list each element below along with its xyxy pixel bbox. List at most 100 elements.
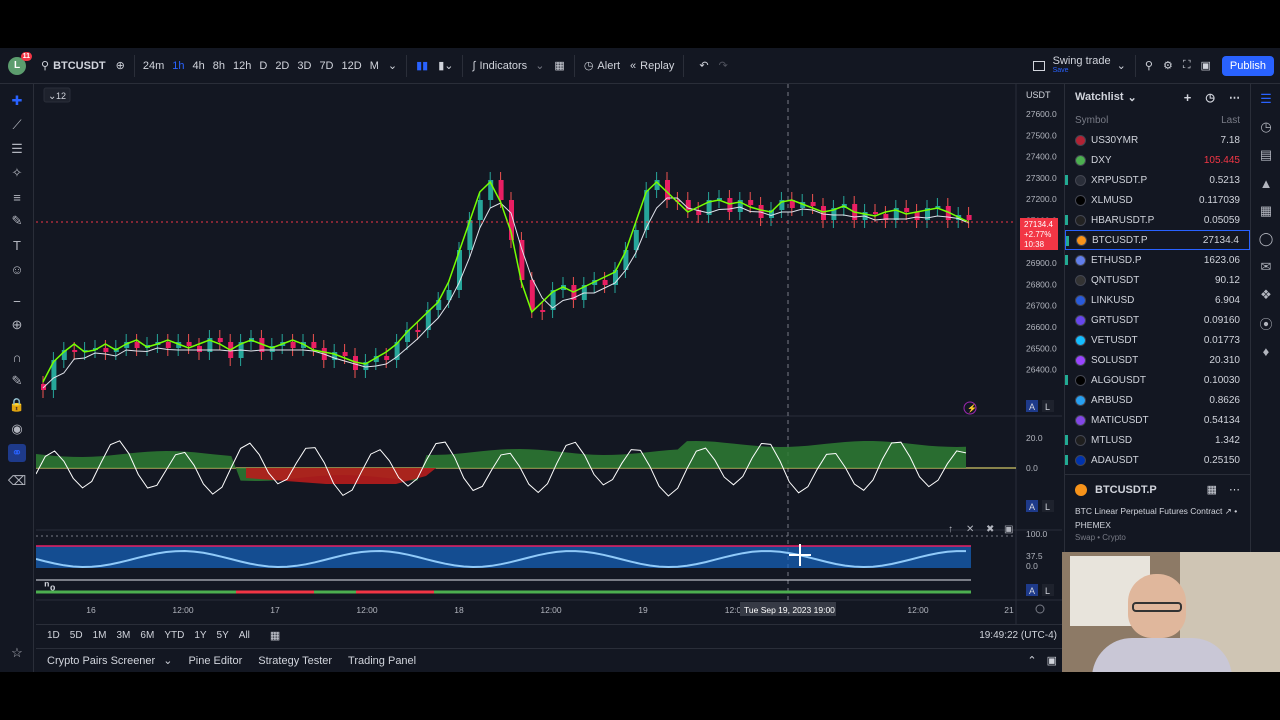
emoji-icon[interactable]: ☺ bbox=[8, 260, 26, 278]
alarm-clock-icon[interactable]: ◷ bbox=[1257, 118, 1275, 136]
range-3m[interactable]: 3M bbox=[112, 623, 136, 649]
watchlist-icon[interactable]: ☰ bbox=[1257, 90, 1275, 108]
details-exchange[interactable]: PHEMEX bbox=[1075, 520, 1240, 530]
magnet-icon[interactable]: ∩ bbox=[8, 348, 26, 366]
range-1d[interactable]: 1D bbox=[42, 623, 65, 649]
projection-icon[interactable]: ≡ bbox=[8, 188, 26, 206]
alert-button[interactable]: ◷ Alert bbox=[579, 53, 625, 79]
flag-marker[interactable] bbox=[1065, 435, 1068, 445]
timeframe-1h[interactable]: 1h bbox=[168, 53, 188, 79]
timeframe-d[interactable]: D bbox=[255, 53, 271, 79]
watchlist-row[interactable]: US30YMR 7.18 bbox=[1065, 130, 1250, 150]
chevron-down-icon[interactable]: ⌄ bbox=[383, 53, 402, 79]
trash-icon[interactable]: ⌫ bbox=[8, 472, 26, 490]
watchlist-row[interactable]: XLMUSD 0.117039 bbox=[1065, 190, 1250, 210]
ideas-icon[interactable]: ◯ bbox=[1257, 230, 1275, 248]
tab-strategy-tester[interactable]: Strategy Tester bbox=[253, 648, 337, 673]
hotlist-icon[interactable]: ▲ bbox=[1257, 174, 1275, 192]
watchlist-row[interactable]: MATICUSDT 0.54134 bbox=[1065, 410, 1250, 430]
more-icon[interactable]: ⋯ bbox=[1229, 483, 1240, 496]
tab-pine-editor[interactable]: Pine Editor bbox=[183, 648, 247, 673]
more-icon[interactable]: ⋯ bbox=[1229, 91, 1240, 104]
collapse-panel-icon[interactable]: ⌃ bbox=[1022, 648, 1041, 673]
symbol-search[interactable]: ⚲ BTCUSDT bbox=[36, 53, 111, 79]
timeframe-8h[interactable]: 8h bbox=[209, 53, 229, 79]
grid-icon[interactable]: ▦ bbox=[1207, 483, 1217, 496]
ruler-icon[interactable]: ⎯ bbox=[8, 292, 26, 310]
quick-search-icon[interactable]: ⚲ bbox=[1140, 53, 1158, 79]
watchlist-row[interactable]: QNTUSDT 90.12 bbox=[1065, 270, 1250, 290]
templates-icon[interactable]: ▦ bbox=[549, 53, 569, 79]
range-5d[interactable]: 5D bbox=[65, 623, 88, 649]
timeframe-3d[interactable]: 3D bbox=[293, 53, 315, 79]
tab-trading-panel[interactable]: Trading Panel bbox=[343, 648, 421, 673]
watchlist-row[interactable]: DXY 105.445 bbox=[1065, 150, 1250, 170]
streams-icon[interactable]: ⦿ bbox=[1257, 314, 1275, 332]
flag-marker[interactable] bbox=[1065, 375, 1068, 385]
text-icon[interactable]: T bbox=[8, 236, 26, 254]
candles-icon[interactable]: ▮▮ bbox=[411, 53, 433, 79]
gear-icon[interactable]: ⚙ bbox=[1158, 53, 1178, 79]
indicators-button[interactable]: ∫ Indicators ⌄ bbox=[467, 53, 549, 79]
chevron-down-icon[interactable]: ⌄ bbox=[1128, 91, 1137, 104]
price-chart[interactable]: 27600.027500.027400.027300.027200.027100… bbox=[35, 84, 1062, 624]
stay-in-drawing-icon[interactable]: ✎ bbox=[8, 372, 26, 390]
fullscreen-icon[interactable]: ⛶ bbox=[1178, 53, 1196, 79]
lock-icon[interactable]: 🔒 bbox=[8, 396, 26, 414]
sync-drawings-icon[interactable]: ⚭ bbox=[8, 444, 26, 462]
chart-area[interactable]: 27600.027500.027400.027300.027200.027100… bbox=[35, 84, 1062, 624]
col-last[interactable]: Last bbox=[1221, 115, 1240, 126]
flag-marker[interactable] bbox=[1065, 175, 1068, 185]
watchlist-row[interactable]: XRPUSDT.P 0.5213 bbox=[1065, 170, 1250, 190]
camera-icon[interactable]: ▣ bbox=[1196, 53, 1216, 79]
bell-icon[interactable]: ♦ bbox=[1257, 342, 1275, 360]
details-symbol[interactable]: BTCUSDT.P bbox=[1095, 484, 1157, 496]
watchlist-row[interactable]: MTLUSD 1.342 bbox=[1065, 430, 1250, 450]
crosshair-icon[interactable]: ✚ bbox=[8, 92, 26, 110]
user-avatar[interactable]: L 11 bbox=[8, 51, 32, 75]
range-1m[interactable]: 1M bbox=[88, 623, 112, 649]
watchlist-row[interactable]: SOLUSDT 20.310 bbox=[1065, 350, 1250, 370]
add-symbol-icon[interactable]: + bbox=[1184, 90, 1192, 105]
watchlist-row[interactable]: BTCUSDT.P 27134.4 bbox=[1065, 230, 1250, 250]
timeframe-24m[interactable]: 24m bbox=[139, 53, 168, 79]
watchlist-row[interactable]: ALGOUSDT 0.10030 bbox=[1065, 370, 1250, 390]
eye-icon[interactable]: ◉ bbox=[8, 420, 26, 438]
watchlist-row[interactable]: VETUSDT 0.01773 bbox=[1065, 330, 1250, 350]
pattern-icon[interactable]: ✧ bbox=[8, 164, 26, 182]
range-5y[interactable]: 5Y bbox=[212, 623, 234, 649]
fib-retracement-icon[interactable]: ☰ bbox=[8, 140, 26, 158]
layout-button[interactable]: Swing trade Save ⌄ bbox=[1028, 53, 1131, 79]
col-symbol[interactable]: Symbol bbox=[1075, 115, 1108, 126]
maximize-panel-icon[interactable]: ▣ bbox=[1042, 648, 1062, 673]
timeframe-4h[interactable]: 4h bbox=[189, 53, 209, 79]
chart-type-icon[interactable]: ▮⌄ bbox=[433, 53, 458, 79]
timeframe-12h[interactable]: 12h bbox=[229, 53, 255, 79]
tab-crypto-pairs-screener[interactable]: Crypto Pairs Screener ⌄ bbox=[42, 648, 177, 673]
pine-icon[interactable]: ❖ bbox=[1257, 286, 1275, 304]
watchlist-row[interactable]: HBARUSDT.P 0.05059 bbox=[1065, 210, 1250, 230]
redo-icon[interactable]: ↷ bbox=[714, 53, 733, 79]
flag-marker[interactable] bbox=[1065, 255, 1068, 265]
watchlist-title[interactable]: Watchlist bbox=[1075, 91, 1124, 103]
undo-icon[interactable]: ↶ bbox=[694, 53, 713, 79]
brush-icon[interactable]: ✎ bbox=[8, 212, 26, 230]
watchlist-row[interactable]: ETHUSD.P 1623.06 bbox=[1065, 250, 1250, 270]
watchlist-row[interactable]: GRTUSDT 0.09160 bbox=[1065, 310, 1250, 330]
news-icon[interactable]: ▤ bbox=[1257, 146, 1275, 164]
calendar-icon[interactable]: ▦ bbox=[265, 623, 285, 649]
flag-marker[interactable] bbox=[1066, 236, 1069, 246]
publish-button[interactable]: Publish bbox=[1221, 55, 1274, 76]
external-link-icon[interactable]: ↗ bbox=[1225, 506, 1232, 516]
chat-icon[interactable]: ✉ bbox=[1257, 258, 1275, 276]
calendar-icon[interactable]: ▦ bbox=[1257, 202, 1275, 220]
range-ytd[interactable]: YTD bbox=[159, 623, 189, 649]
timeframe-m[interactable]: M bbox=[366, 53, 383, 79]
zoom-in-icon[interactable]: ⊕ bbox=[8, 316, 26, 334]
range-6m[interactable]: 6M bbox=[135, 623, 159, 649]
replay-button[interactable]: «Replay bbox=[625, 53, 679, 79]
timeframe-2d[interactable]: 2D bbox=[271, 53, 293, 79]
star-icon[interactable]: ☆ bbox=[8, 644, 26, 662]
flag-marker[interactable] bbox=[1065, 455, 1068, 465]
watchlist-row[interactable]: LINKUSD 6.904 bbox=[1065, 290, 1250, 310]
